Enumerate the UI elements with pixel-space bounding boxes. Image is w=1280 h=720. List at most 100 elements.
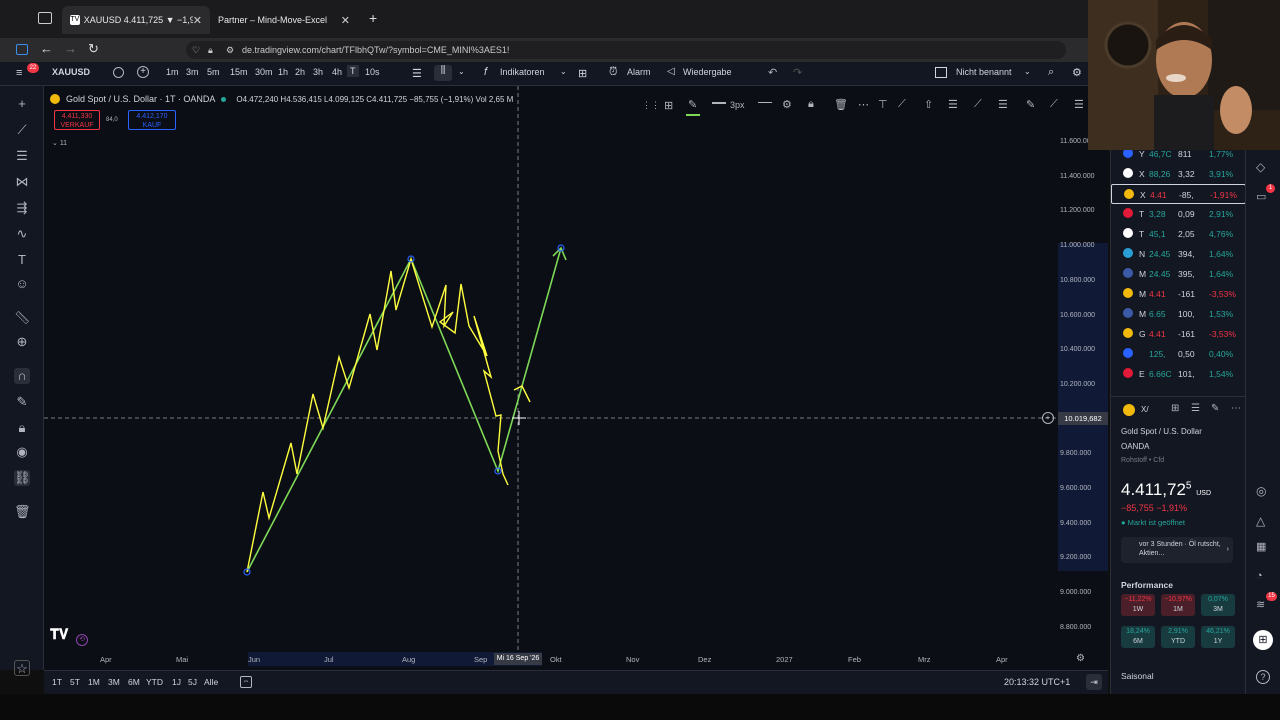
ray-tool-icon[interactable]: ⟋ (1050, 98, 1058, 111)
fib-tool-icon[interactable]: ☰ (998, 98, 1008, 111)
sidebar-toggle-icon[interactable] (38, 12, 52, 24)
lock-drawings-icon[interactable]: 🔒︎ (14, 420, 30, 436)
indicators-chevron-icon[interactable]: ⌄ (560, 67, 567, 76)
indicators-button[interactable]: Indikatoren (500, 67, 545, 77)
chart-canvas[interactable] (44, 86, 1108, 670)
pattern-icon[interactable]: ⋈ (14, 174, 30, 190)
performance-cell[interactable]: 0,07% 3M (1201, 594, 1235, 616)
line-style-icon[interactable] (758, 102, 772, 103)
tab-partner[interactable]: Partner – Mind-Move-Excel ✕ (210, 6, 358, 34)
trash-icon[interactable]: 🗑︎ (834, 98, 848, 111)
ruler-icon[interactable]: 📏︎ (14, 310, 31, 326)
range-1T[interactable]: 1T (52, 677, 62, 687)
trendline-icon[interactable]: ⟋ (14, 122, 30, 138)
text-icon[interactable]: T (14, 252, 30, 268)
collapse-indicators[interactable]: ⌄ 11 (52, 139, 67, 147)
templates-icon[interactable]: ⊞ (664, 99, 673, 112)
watchlist-row[interactable]: 125, 0,50 0,40% (1111, 344, 1246, 364)
table-tool-icon[interactable]: ☰ (1074, 98, 1084, 111)
templates-icon[interactable]: ⊞ (578, 67, 587, 80)
table-icon[interactable]: ☰ (1191, 403, 1200, 414)
close-tab-icon[interactable]: ✕ (193, 14, 202, 27)
search-icon[interactable]: ⌕ (1048, 66, 1054, 79)
range-1M[interactable]: 1M (88, 677, 100, 687)
heart-icon[interactable]: ♡ (192, 41, 200, 59)
range-5J[interactable]: 5J (188, 677, 197, 687)
time-axis-settings-icon[interactable]: ⚙ (1076, 653, 1085, 664)
legend-title[interactable]: Gold Spot / U.S. Dollar · 1T · OANDA (66, 94, 215, 104)
line-width-label[interactable]: 3px (730, 100, 745, 110)
range-YTD[interactable]: YTD (146, 677, 163, 687)
hide-drawings-icon[interactable]: ◉ (14, 444, 30, 460)
date-range-icon[interactable]: ⇔ (240, 676, 252, 688)
watchlist-row[interactable]: M 24.45 395, 1,64% (1111, 264, 1246, 284)
interval-15m[interactable]: 15m (230, 67, 248, 77)
calendar-icon[interactable]: ▦ (1256, 540, 1266, 553)
tab-xauusd[interactable]: TV XAUUSD 4.411,725 ▼ −1,91% I ✕ (62, 6, 210, 34)
news-card[interactable]: vor 3 Stunden · Öl rutscht, Aktien... › (1121, 537, 1233, 563)
reload-icon[interactable]: ↻ (88, 41, 99, 57)
text-cursor-icon[interactable]: ⊤ (878, 98, 888, 111)
alarm-icon[interactable]: ⏰︎ (609, 66, 618, 79)
undo-icon[interactable]: ↶ (768, 66, 777, 79)
help-icon[interactable]: ? (1256, 670, 1270, 684)
bar-style-chevron-icon[interactable]: ⌄ (458, 67, 465, 76)
watchlist-row[interactable]: M 4.41 -161 -3,53% (1111, 284, 1246, 304)
broadcast-icon[interactable]: ◔ (1256, 570, 1263, 582)
link-icon[interactable]: ⛓ (14, 470, 31, 486)
lines-tool-icon[interactable]: ☰ (948, 98, 958, 111)
edit-icon[interactable]: ✎ (1211, 403, 1219, 414)
interval-4h[interactable]: 4h (332, 67, 342, 77)
layers-icon[interactable]: ◇ (1256, 160, 1265, 174)
pen-tool-icon[interactable]: ✎ (1026, 98, 1035, 111)
clock-label[interactable]: 20:13:32 UTC+1 (1004, 677, 1070, 687)
range-1J[interactable]: 1J (172, 677, 181, 687)
interval-T[interactable]: T (347, 65, 359, 77)
alert-triangle-icon[interactable]: △ (1256, 514, 1265, 528)
range-3M[interactable]: 3M (108, 677, 120, 687)
buy-button[interactable]: 4.412,170 KAUF (128, 110, 176, 130)
performance-cell[interactable]: 18,24% 6M (1121, 626, 1155, 648)
interval-1h[interactable]: 1h (278, 67, 288, 77)
magnet-icon[interactable]: ∩ (14, 368, 30, 384)
interval-10s[interactable]: 10s (365, 67, 380, 77)
stay-drawing-icon[interactable]: ✎ (14, 394, 30, 410)
sidebar-icon[interactable] (16, 44, 28, 55)
seasonal-title[interactable]: Saisonal (1121, 671, 1154, 681)
watchlist-row[interactable]: N 24.45 394, 1,64% (1111, 244, 1246, 264)
new-tab-icon[interactable]: + (369, 10, 377, 26)
site-settings-icon[interactable]: ⚙ (226, 41, 234, 59)
replay-icon[interactable]: ◁ (667, 66, 675, 77)
watchlist-row[interactable]: M 6.65 100, 1,53% (1111, 304, 1246, 324)
chart-type-icon[interactable]: ☰ (412, 67, 422, 80)
brush-icon[interactable]: ∿ (14, 226, 30, 242)
indicators-icon[interactable]: 𝑓 (484, 66, 487, 79)
more-icon[interactable]: ⋯ (1231, 403, 1241, 414)
watchlist-row[interactable]: T 45,1 2,05 4,76% (1111, 224, 1246, 244)
watchlist-row[interactable]: E 6.66C 101, 1,54% (1111, 364, 1246, 384)
trash-icon[interactable]: 🗑︎ (14, 504, 31, 520)
add-symbol-icon[interactable]: + (137, 66, 149, 78)
range-5T[interactable]: 5T (70, 677, 80, 687)
redo-icon[interactable]: ↷ (793, 66, 802, 79)
favorites-icon[interactable]: ☆ (14, 660, 30, 676)
performance-cell[interactable]: −10,97% 1M (1161, 594, 1195, 616)
emoji-icon[interactable]: ☺ (14, 276, 30, 292)
zigzag-tool-icon[interactable]: ⟋ (898, 98, 906, 111)
forward-icon[interactable]: → (64, 41, 77, 56)
close-tab-icon[interactable]: ✕ (341, 14, 350, 27)
target-icon[interactable]: ◎ (1256, 484, 1266, 498)
watchlist-row[interactable]: X 88,26 3,32 3,91% (1111, 164, 1246, 184)
interval-30m[interactable]: 30m (255, 67, 273, 77)
bar-style-icon[interactable]: ⫼ (434, 65, 452, 81)
back-icon[interactable]: ← (40, 41, 53, 56)
sell-button[interactable]: 4.411,330 VERKAUF (54, 110, 100, 130)
range-6M[interactable]: 6M (128, 677, 140, 687)
apps-icon[interactable]: ⊞ (1253, 630, 1273, 650)
watchlist-row[interactable]: G 4.41 -161 -3,53% (1111, 324, 1246, 344)
symbol-search[interactable]: XAUUSD (52, 67, 90, 77)
crosshair-icon[interactable]: + (14, 96, 30, 112)
zoom-icon[interactable]: ⊕ (14, 334, 30, 350)
performance-cell[interactable]: 46,21% 1Y (1201, 626, 1235, 648)
alarm-button[interactable]: Alarm (627, 67, 651, 77)
